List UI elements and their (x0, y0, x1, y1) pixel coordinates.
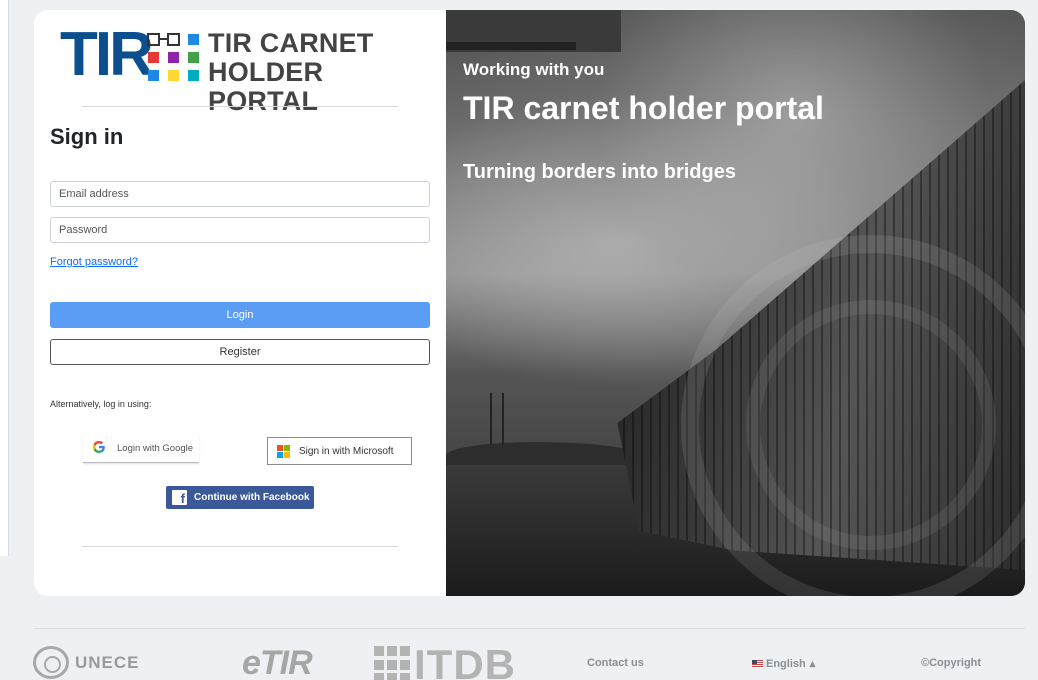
logo-wordmark: TIR CARNET HOLDER PORTAL (208, 29, 422, 116)
unece-logo[interactable]: UNECE (33, 646, 140, 679)
itdb-logo[interactable]: ITDB (374, 641, 516, 680)
language-label: English (766, 657, 806, 670)
chevron-up-icon: ▴ (809, 658, 816, 670)
unece-label: UNECE (75, 652, 140, 672)
forgot-password-link[interactable]: Forgot password? (50, 256, 138, 268)
signin-title: Sign in (50, 124, 124, 149)
hero-tagline: Turning borders into bridges (463, 161, 736, 183)
google-icon (91, 440, 107, 457)
password-field[interactable] (50, 217, 430, 243)
facebook-login-button[interactable]: f Continue with Facebook (166, 486, 314, 509)
un-emblem-inner-ring (746, 300, 996, 550)
logo-tir-letters: TIR (60, 20, 154, 89)
email-field[interactable] (50, 181, 430, 207)
facebook-button-label: Continue with Facebook (194, 492, 310, 503)
login-card: TIR TIR CARNET HOLDER PORTAL Sign in Ema… (34, 10, 1025, 596)
bottom-divider (82, 546, 398, 547)
hero-pylon (490, 393, 504, 445)
microsoft-icon (277, 444, 290, 458)
hero-title: TIR carnet holder portal (463, 90, 824, 126)
portal-logo: TIR TIR CARNET HOLDER PORTAL (60, 24, 422, 116)
microsoft-login-button[interactable]: Sign in with Microsoft (267, 437, 412, 465)
signin-panel: TIR TIR CARNET HOLDER PORTAL Sign in Ema… (34, 10, 446, 596)
hero-panel: Working with you TIR carnet holder porta… (446, 10, 1025, 596)
alternative-login-label: Alternatively, log in using: (50, 399, 152, 409)
login-button[interactable]: Login (50, 302, 430, 328)
un-globe-icon (33, 646, 69, 679)
top-divider (82, 106, 398, 107)
contact-us-link[interactable]: Contact us (587, 657, 644, 669)
uk-flag-icon (752, 659, 763, 668)
footer-divider (34, 628, 1025, 629)
register-button[interactable]: Register (50, 339, 430, 365)
microsoft-button-label: Sign in with Microsoft (299, 445, 394, 457)
logo-line-2: HOLDER PORTAL (208, 57, 324, 116)
itdb-grid-icon (374, 646, 410, 680)
hero-kicker: Working with you (463, 60, 605, 79)
google-button-label: Login with Google (117, 443, 194, 454)
side-edge (0, 0, 9, 556)
etir-logo[interactable]: eTIR (242, 644, 313, 680)
copyright-link[interactable]: ©Copyright (921, 657, 981, 669)
logo-network-icon (147, 33, 199, 81)
facebook-icon: f (172, 490, 187, 506)
google-login-button[interactable]: Login with Google (83, 435, 199, 463)
logo-line-1: TIR CARNET (208, 28, 374, 58)
itdb-label: ITDB (414, 641, 516, 680)
hero-crane-beam (446, 42, 576, 50)
language-selector[interactable]: English ▴ (752, 657, 815, 670)
